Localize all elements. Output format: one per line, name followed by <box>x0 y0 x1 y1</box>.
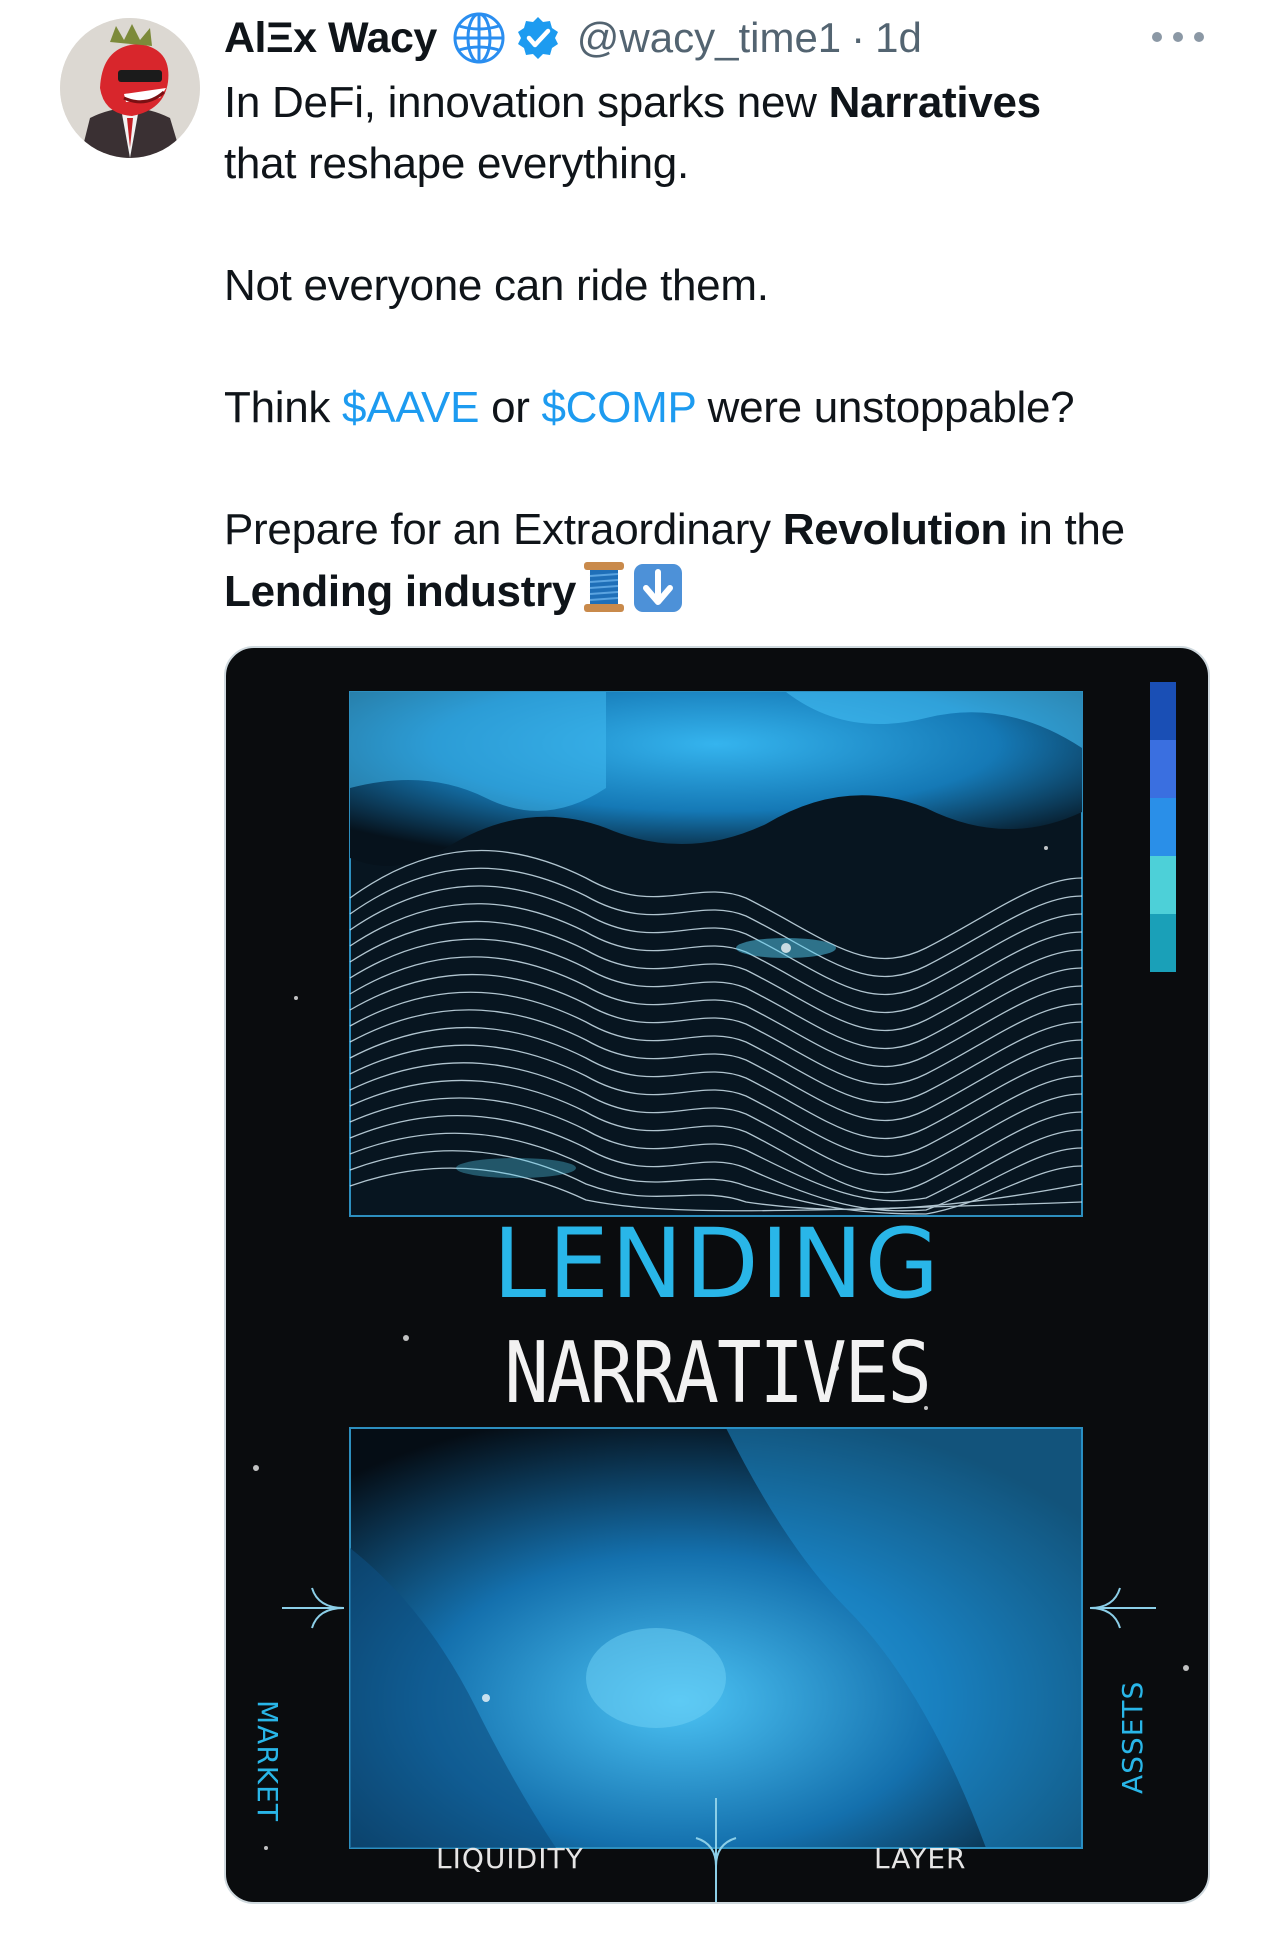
tweet-media-image[interactable]: LENDING NARRATIVES MARKET ASSETS LIQUIDI… <box>224 646 1210 1904</box>
bold-narratives: Narratives <box>828 78 1042 127</box>
tweet-paragraph-1: In DeFi, innovation sparks new Narrative… <box>224 78 1042 188</box>
tweet-paragraph-4: Prepare for an Extraordinary Revolution … <box>224 505 1125 616</box>
media-label-market: MARKET <box>251 1700 284 1822</box>
media-label-assets: ASSETS <box>1116 1680 1149 1794</box>
tweet-paragraph-3: Think $AAVE or $COMP were unstoppable? <box>224 383 1075 432</box>
media-label-liquidity: LIQUIDITY <box>436 1842 584 1875</box>
tweet-header: AlΞx Wacy @wacy_time1 · 1d <box>224 8 922 68</box>
cashtag-aave-link[interactable]: $AAVE <box>342 383 479 432</box>
tweet-timestamp[interactable]: 1d <box>875 14 922 62</box>
tweet-paragraph-2: Not everyone can ride them. <box>224 261 769 310</box>
author-handle[interactable]: @wacy_time1 <box>577 14 841 62</box>
cashtag-comp-link[interactable]: $COMP <box>542 383 696 432</box>
red-dragon-avatar-icon <box>60 18 200 158</box>
media-subtitle: NARRATIVES <box>504 1323 932 1423</box>
media-label-layer: LAYER <box>874 1842 967 1875</box>
separator-dot: · <box>851 14 866 61</box>
spool-of-thread-icon <box>584 562 625 612</box>
tweet-text: In DeFi, innovation sparks new Narrative… <box>224 72 1234 622</box>
verified-badge-icon[interactable] <box>515 15 561 61</box>
globe-icon <box>453 12 505 64</box>
down-arrow-icon <box>634 564 683 612</box>
avatar[interactable] <box>60 18 200 158</box>
media-title: LENDING <box>492 1208 942 1320</box>
more-options-icon[interactable] <box>1152 22 1204 52</box>
display-name[interactable]: AlΞx Wacy <box>224 14 437 63</box>
